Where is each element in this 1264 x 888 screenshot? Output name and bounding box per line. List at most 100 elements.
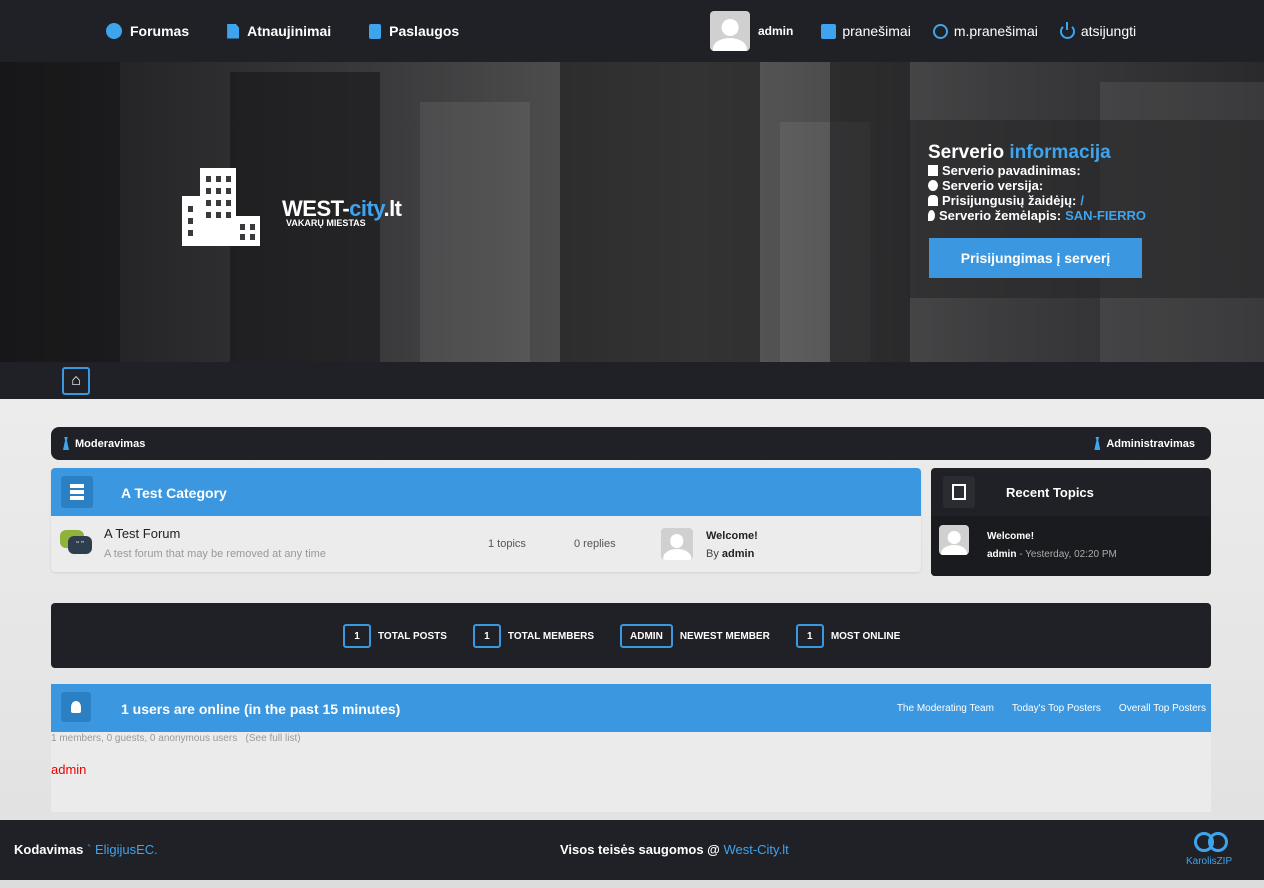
recent-topics-header: Recent Topics: [931, 468, 1211, 516]
online-users-summary: 1 members, 0 guests, 0 anonymous users (…: [51, 733, 301, 744]
last-post-author-link[interactable]: admin: [722, 548, 754, 560]
stat-label: NEWEST MEMBER: [679, 630, 770, 642]
forum-description: A test forum that may be removed at any …: [104, 548, 326, 560]
footer-site-link[interactable]: West-City.lt: [723, 842, 788, 857]
server-version-row: Serverio versija:: [928, 178, 1047, 193]
forum-chat-icon: “ ”: [60, 530, 92, 556]
recent-topics-panel: Recent Topics Welcome! admin - Yesterday…: [931, 468, 1211, 576]
notifications-label: pranešimai: [842, 23, 911, 39]
recent-topic-item: Welcome! admin - Yesterday, 02:20 PM: [931, 516, 1211, 576]
site-brand[interactable]: WEST-city.lt VAKARŲ MIESTAS: [282, 196, 402, 228]
message-icon: [821, 23, 837, 39]
nav-forumas-label: Forumas: [130, 23, 190, 39]
see-full-list-link[interactable]: (See full list): [246, 733, 301, 744]
list-icon: [61, 476, 93, 508]
server-map-row: Serverio žemėlapis: SAN-FIERRO: [928, 208, 1146, 223]
last-post-title[interactable]: Welcome!: [706, 530, 758, 542]
category-header: A Test Category: [51, 468, 921, 516]
server-info-panel: Serverio informacija Serverio pavadinima…: [908, 120, 1264, 298]
bag-icon: [369, 23, 382, 39]
footer: Kodavimas ` EligijusEC. Visos teisės sau…: [0, 820, 1264, 880]
forum-name[interactable]: A Test Forum: [104, 526, 180, 541]
forum-topics-count: 1 topics: [488, 538, 526, 550]
user-name[interactable]: admin: [758, 24, 793, 38]
tie-icon: [63, 437, 69, 450]
online-users-title: 1 users are online (in the past 15 minut…: [121, 701, 401, 717]
users-icon: [61, 692, 91, 722]
file-icon: [928, 165, 938, 176]
background-building: [560, 62, 760, 362]
recent-topic-meta: admin - Yesterday, 02:20 PM: [987, 549, 1117, 560]
moderation-link[interactable]: Moderavimas: [63, 437, 145, 450]
stat-total-members: 1 TOTAL MEMBERS: [472, 624, 595, 648]
online-users-header: 1 users are online (in the past 15 minut…: [51, 684, 1211, 732]
power-icon: [1059, 21, 1075, 39]
background-building: [830, 62, 910, 362]
document-icon: [227, 23, 240, 39]
nav-atnaujinimai[interactable]: Atnaujinimai: [227, 23, 331, 39]
nav-paslaugos[interactable]: Paslaugos: [369, 23, 459, 39]
administration-link[interactable]: Administravimas: [1094, 437, 1195, 450]
nav-atnaujinimai-label: Atnaujinimai: [247, 23, 332, 39]
online-users-panel: 1 users are online (in the past 15 minut…: [51, 684, 1211, 812]
server-players-row: Prisijungusių žaidėjų: /: [928, 193, 1084, 208]
globe-icon: [932, 23, 948, 39]
stat-value: 1: [343, 624, 371, 648]
last-post-author: By admin: [706, 548, 755, 560]
stat-newest-member: ADMIN NEWEST MEMBER: [620, 624, 770, 648]
brand-subtitle: VAKARŲ MIESTAS: [286, 218, 366, 228]
stats-row: 1 TOTAL POSTS 1 TOTAL MEMBERS ADMIN NEWE…: [343, 624, 926, 648]
category-title[interactable]: A Test Category: [121, 485, 227, 501]
recent-topic-avatar[interactable]: [939, 525, 969, 555]
home-button[interactable]: ⌂: [62, 367, 90, 395]
private-messages-label: m.pranešimai: [953, 23, 1038, 39]
document-list-icon: [943, 476, 975, 508]
top-navbar: Forumas Atnaujinimai Paslaugos admin pra…: [0, 0, 1264, 62]
footer-copyright: Visos teisės saugomos @ West-City.lt: [560, 842, 789, 857]
notifications-link[interactable]: pranešimai: [821, 23, 911, 39]
breadcrumb: ⌂: [0, 362, 1264, 399]
administration-label: Administravimas: [1106, 437, 1195, 450]
moderating-team-link[interactable]: The Moderating Team: [897, 703, 994, 714]
nav-forumas[interactable]: Forumas: [106, 23, 189, 39]
bottom-strip: [0, 880, 1264, 888]
moderation-bar: Moderavimas Administravimas: [51, 427, 1211, 460]
server-info-title: Serverio informacija: [928, 142, 1111, 163]
footer-credits: Kodavimas ` EligijusEC.: [14, 842, 158, 857]
stat-value: 1: [795, 624, 824, 648]
home-icon: ⌂: [71, 372, 81, 389]
recent-topic-title[interactable]: Welcome!: [987, 531, 1034, 542]
online-user-link[interactable]: admin: [51, 762, 86, 777]
stat-value[interactable]: ADMIN: [620, 624, 673, 648]
background-building: [0, 62, 120, 362]
footer-logo[interactable]: KarolisZIP: [1186, 830, 1242, 872]
board-stats: 1 TOTAL POSTS 1 TOTAL MEMBERS ADMIN NEWE…: [51, 603, 1211, 668]
logout-label: atsijungti: [1080, 23, 1137, 39]
stat-label: TOTAL MEMBERS: [507, 630, 595, 642]
overall-top-posters-link[interactable]: Overall Top Posters: [1119, 703, 1206, 714]
last-post-avatar[interactable]: [661, 528, 693, 560]
forum-row: “ ” A Test Forum A test forum that may b…: [51, 516, 921, 572]
stat-label: MOST ONLINE: [830, 630, 901, 642]
recent-topics-title: Recent Topics: [1006, 485, 1094, 500]
stat-value: 1: [472, 624, 501, 648]
chat-bubble-icon: [106, 23, 122, 39]
user-nav: admin pranešimai m.pranešimai atsijungti: [710, 0, 1158, 62]
user-avatar[interactable]: [710, 11, 750, 51]
recent-topic-author[interactable]: admin: [987, 549, 1016, 560]
main-nav: Forumas Atnaujinimai Paslaugos: [106, 0, 459, 62]
server-name-row: Serverio pavadinimas:: [928, 163, 1085, 178]
site-logo-icon[interactable]: [182, 162, 262, 248]
connect-server-button[interactable]: Prisijungimas į serverį: [929, 238, 1142, 278]
rings-icon: [1194, 830, 1230, 856]
private-messages-link[interactable]: m.pranešimai: [932, 23, 1038, 39]
todays-top-posters-link[interactable]: Today's Top Posters: [1012, 703, 1101, 714]
gears-icon: [928, 180, 938, 191]
background-building: [420, 102, 530, 362]
footer-author-link[interactable]: EligijusEC.: [95, 842, 158, 857]
logout-link[interactable]: atsijungti: [1059, 21, 1137, 39]
forum-replies-count: 0 replies: [574, 538, 616, 550]
online-links: The Moderating Team Today's Top Posters …: [897, 703, 1206, 714]
stat-total-posts: 1 TOTAL POSTS: [343, 624, 447, 648]
users-icon: [928, 195, 938, 206]
